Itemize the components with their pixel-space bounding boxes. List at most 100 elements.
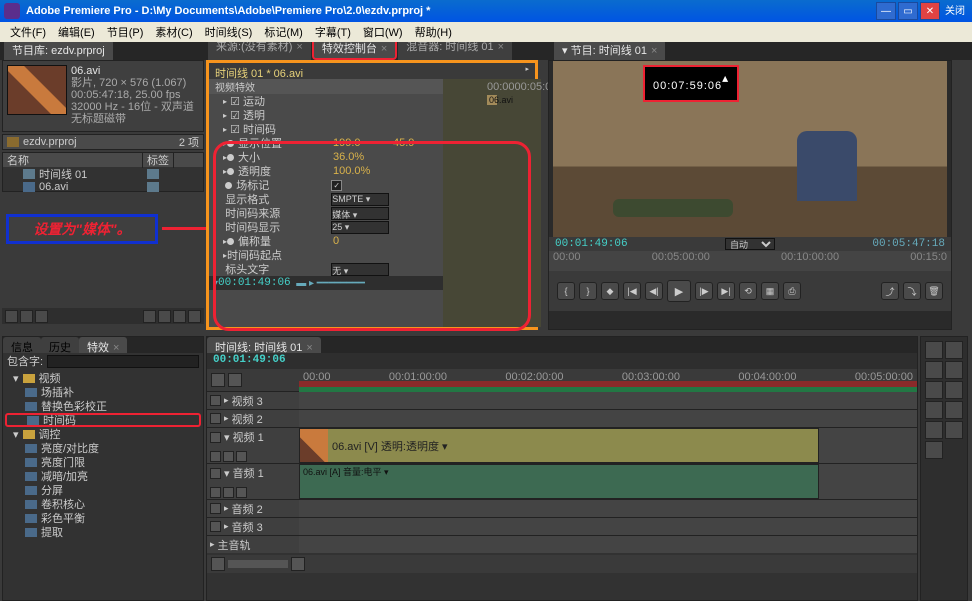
- tab-timeline[interactable]: 时间线: 时间线 01×: [207, 337, 321, 353]
- fx-property-row[interactable]: ▸大小36.0%: [209, 150, 443, 164]
- track-video3[interactable]: ▸ 视频 3: [207, 391, 917, 409]
- track-opt-button[interactable]: [236, 451, 247, 462]
- track-audio1[interactable]: ▾ 音频 1 06.avi [A] 音量:电平 ▾: [207, 463, 917, 499]
- tree-node[interactable]: 分屏: [5, 483, 201, 497]
- col-tag[interactable]: 标签: [143, 152, 174, 168]
- track-opt-button[interactable]: [210, 487, 221, 498]
- menu-program[interactable]: 节目(P): [101, 24, 150, 40]
- go-out-button[interactable]: ▶|: [717, 282, 735, 300]
- track-opt-button[interactable]: [223, 451, 234, 462]
- loop-button[interactable]: ⟲: [739, 282, 757, 300]
- project-row[interactable]: ezdv.prproj 2 项: [2, 134, 204, 150]
- ripple-tool[interactable]: [925, 361, 943, 379]
- program-fit-select[interactable]: 自动: [725, 238, 775, 250]
- zoom-in-button[interactable]: [291, 557, 305, 571]
- new-bin-button[interactable]: [158, 310, 171, 323]
- program-view[interactable]: 00:07:59:06▴: [553, 61, 947, 237]
- fx-property-row[interactable]: ▸透明度100.0%: [209, 164, 443, 178]
- safe-margins-button[interactable]: ▦: [761, 282, 779, 300]
- track-master[interactable]: ▸ 主音轨: [207, 535, 917, 553]
- hand-tool[interactable]: [945, 421, 963, 439]
- speaker-icon[interactable]: [210, 503, 221, 514]
- fx-property-row[interactable]: 标头文字无 ▾: [209, 262, 443, 276]
- auto-sequence-button[interactable]: [35, 310, 48, 323]
- zoom-tool[interactable]: [925, 441, 943, 459]
- new-item-button[interactable]: [173, 310, 186, 323]
- snap-button[interactable]: [211, 373, 225, 387]
- tree-node[interactable]: 亮度门限: [5, 455, 201, 469]
- marker-button[interactable]: ◆: [601, 282, 619, 300]
- razor-tool[interactable]: [945, 381, 963, 399]
- clip-thumbnail[interactable]: [7, 65, 67, 115]
- lift-button[interactable]: ⤴: [881, 282, 899, 300]
- track-opt-button[interactable]: [223, 487, 234, 498]
- menu-timeline[interactable]: 时间线(S): [199, 24, 259, 40]
- find-button[interactable]: [143, 310, 156, 323]
- play-button[interactable]: ▶: [667, 280, 691, 302]
- fx-property-row[interactable]: ▸显示位置199.045.9: [209, 136, 443, 150]
- timeline-tc[interactable]: 00:01:49:06: [207, 353, 917, 369]
- track-select-tool[interactable]: [945, 341, 963, 359]
- tree-node[interactable]: ▾调控: [5, 427, 201, 441]
- slide-tool[interactable]: [945, 401, 963, 419]
- tab-program-monitor[interactable]: ▾ 节目: 时间线 01×: [554, 42, 665, 60]
- pen-tool[interactable]: [925, 421, 943, 439]
- menu-clip[interactable]: 素材(C): [149, 24, 198, 40]
- list-view-button[interactable]: [5, 310, 18, 323]
- fx-tc-value[interactable]: 00:01:49:06: [218, 277, 291, 289]
- fx-property-row[interactable]: ▸ ☑ 透明: [209, 108, 443, 122]
- eye-icon[interactable]: [210, 395, 221, 406]
- zoom-slider[interactable]: [228, 373, 242, 387]
- delete-button[interactable]: [188, 310, 201, 323]
- fx-property-row[interactable]: ▸ ☑ 时间码: [209, 122, 443, 136]
- fx-property-row[interactable]: 场标记✓: [209, 178, 443, 192]
- go-in-button[interactable]: |◀: [623, 282, 641, 300]
- track-audio2[interactable]: ▸ 音频 2: [207, 499, 917, 517]
- timeline-ruler[interactable]: 00:00 00:01:00:00 00:02:00:00 00:03:00:0…: [299, 369, 917, 391]
- tree-node[interactable]: 提取: [5, 525, 201, 539]
- tab-audiomixer[interactable]: 混音器: 时间线 01×: [398, 42, 512, 60]
- close-button[interactable]: ✕: [920, 2, 940, 20]
- tab-project[interactable]: 节目库: ezdv.prproj: [4, 42, 113, 60]
- menu-edit[interactable]: 编辑(E): [52, 24, 101, 40]
- audio-clip[interactable]: 06.avi [A] 音量:电平 ▾: [299, 464, 819, 499]
- fx-property-row[interactable]: 显示格式SMPTE ▾: [209, 192, 443, 206]
- speaker-icon[interactable]: [210, 521, 221, 532]
- trash-button[interactable]: 🗑: [925, 282, 943, 300]
- track-audio3[interactable]: ▸ 音频 3: [207, 517, 917, 535]
- in-point-button[interactable]: {: [557, 282, 575, 300]
- rolling-tool[interactable]: [945, 361, 963, 379]
- track-video1[interactable]: ▾ 视频 1 06.avi [V] 透明:透明度 ▾: [207, 427, 917, 463]
- out-point-button[interactable]: }: [579, 282, 597, 300]
- tree-node[interactable]: 亮度/对比度: [5, 441, 201, 455]
- tab-info[interactable]: 信息: [3, 337, 41, 353]
- maximize-button[interactable]: ▭: [898, 2, 918, 20]
- project-item-timeline[interactable]: 时间线 01: [3, 167, 203, 180]
- menu-marker[interactable]: 标记(M): [258, 24, 309, 40]
- tree-node[interactable]: 彩色平衡: [5, 511, 201, 525]
- tree-node[interactable]: ▾视频: [5, 371, 201, 385]
- tab-source[interactable]: 来源:(没有素材)×: [208, 42, 311, 60]
- rate-tool[interactable]: [925, 381, 943, 399]
- fx-mini-clip[interactable]: 06.avi: [487, 95, 497, 105]
- step-back-button[interactable]: ◀|: [645, 282, 663, 300]
- effects-search-input[interactable]: [47, 355, 199, 368]
- zoom-slider[interactable]: [228, 560, 288, 568]
- video-clip[interactable]: 06.avi [V] 透明:透明度 ▾: [299, 428, 819, 463]
- fx-menu-icon[interactable]: ▸: [525, 65, 529, 77]
- slip-tool[interactable]: [925, 401, 943, 419]
- step-fwd-button[interactable]: |▶: [695, 282, 713, 300]
- fx-property-row[interactable]: 时间码来源媒体 ▾: [209, 206, 443, 220]
- project-item-clip[interactable]: 06.avi: [3, 180, 203, 193]
- zoom-out-button[interactable]: [211, 557, 225, 571]
- speaker-icon[interactable]: [210, 468, 221, 479]
- fx-property-row[interactable]: ▸时间码起点: [209, 248, 443, 262]
- fx-property-row[interactable]: ▸偏称量0: [209, 234, 443, 248]
- eye-icon[interactable]: [210, 413, 221, 424]
- fx-property-row[interactable]: 时间码显示25 ▾: [209, 220, 443, 234]
- extract-button[interactable]: ⤵: [903, 282, 921, 300]
- menu-help[interactable]: 帮助(H): [409, 24, 458, 40]
- menu-window[interactable]: 窗口(W): [357, 24, 409, 40]
- tree-node[interactable]: 替换色彩校正: [5, 399, 201, 413]
- fx-property-row[interactable]: ▸ ☑ 运动: [209, 94, 443, 108]
